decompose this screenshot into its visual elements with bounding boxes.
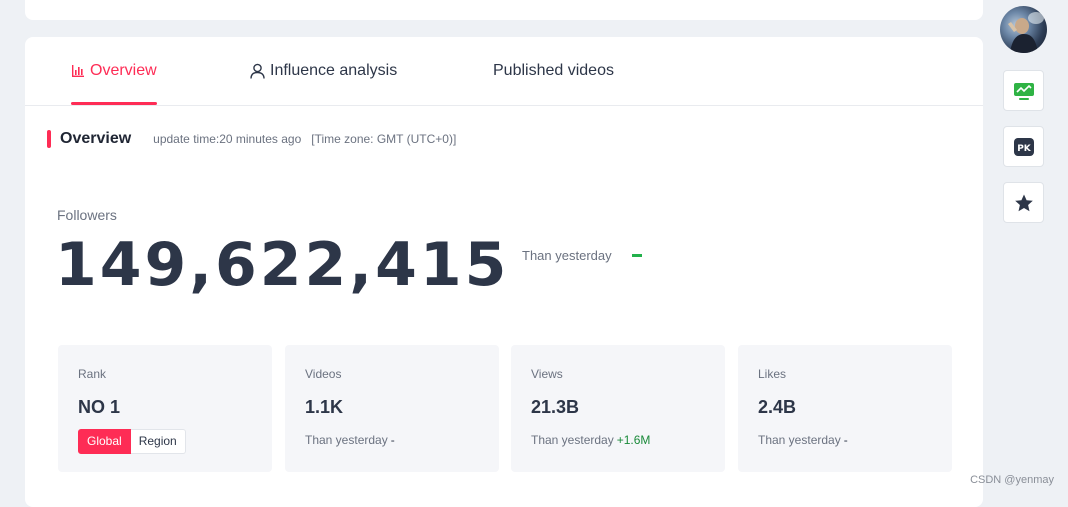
user-icon: [250, 63, 265, 79]
trend-analysis-button[interactable]: [1003, 70, 1044, 111]
likes-value: 2.4B: [758, 397, 797, 417]
views-change: Than yesterday +1.6M: [531, 433, 650, 447]
followers-label: Followers: [57, 207, 117, 223]
tab-influence-analysis[interactable]: Influence analysis: [250, 37, 397, 105]
avatar[interactable]: [1000, 6, 1047, 53]
tab-published-videos[interactable]: Published videos: [493, 37, 614, 105]
views-delta: +1.6M: [616, 433, 651, 447]
favorite-button[interactable]: [1003, 182, 1044, 223]
videos-change-label: Than yesterday: [305, 433, 388, 447]
followers-change-label: Than yesterday: [522, 248, 612, 263]
pk-compare-button[interactable]: PK: [1003, 126, 1044, 167]
pk-icon: PK: [1013, 137, 1034, 156]
stat-card-views: Views 21.3B Than yesterday +1.6M: [511, 345, 725, 472]
videos-change: Than yesterday -: [305, 433, 395, 447]
rank-value: NO 1: [78, 397, 121, 417]
rank-scope-toggle: Global Region: [78, 429, 186, 454]
views-label: Views: [531, 367, 563, 381]
update-time: update time:20 minutes ago: [153, 132, 302, 146]
likes-label: Likes: [758, 367, 787, 381]
avatar-image: [1008, 12, 1044, 53]
tab-bar: Overview Influence analysis Published vi…: [25, 37, 983, 106]
stat-card-likes: Likes 2.4B Than yesterday -: [738, 345, 952, 472]
stat-card-rank: Rank NO 1 Global Region: [58, 345, 272, 472]
rank-label: Rank: [78, 367, 107, 381]
tab-overview-label: Overview: [90, 62, 157, 79]
likes-delta: -: [843, 433, 848, 447]
stat-card-videos: Videos 1.1K Than yesterday -: [285, 345, 499, 472]
tab-overview[interactable]: Overview: [71, 37, 157, 105]
likes-change: Than yesterday -: [758, 433, 848, 447]
pk-icon-label: PK: [1017, 144, 1032, 154]
likes-change-label: Than yesterday: [758, 433, 841, 447]
trend-chart-icon: [1013, 82, 1034, 100]
videos-value: 1.1K: [305, 397, 344, 417]
section-header: Overview update time:20 minutes ago [Tim…: [47, 130, 456, 148]
watermark: CSDN @yenmay: [970, 474, 1054, 486]
bar-chart-icon: [72, 65, 84, 77]
top-card: [25, 0, 983, 20]
followers-value: 149,622,415: [55, 230, 510, 300]
section-accent-bar: [47, 130, 51, 148]
videos-label: Videos: [305, 367, 342, 381]
rank-global-button[interactable]: Global: [78, 429, 131, 454]
timezone: [Time zone: GMT (UTC+0)]: [311, 132, 457, 146]
profile-card: Overview Influence analysis Published vi…: [25, 37, 983, 507]
rank-region-button[interactable]: Region: [130, 429, 186, 454]
tab-influence-label: Influence analysis: [270, 62, 398, 79]
section-title: Overview: [60, 130, 132, 147]
followers-change: Than yesterday: [522, 248, 642, 263]
tab-published-label: Published videos: [493, 62, 614, 79]
views-change-label: Than yesterday: [531, 433, 614, 447]
star-icon: [1014, 194, 1033, 211]
videos-delta: -: [390, 433, 395, 447]
no-change-indicator: [631, 254, 642, 257]
views-value: 21.3B: [531, 397, 580, 417]
